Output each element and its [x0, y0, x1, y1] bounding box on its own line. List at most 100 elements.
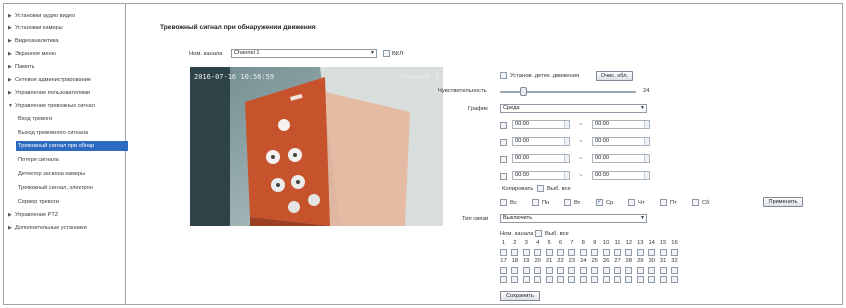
apply-button[interactable]: Применить: [763, 197, 803, 207]
sidebar-item-camera-settings[interactable]: ▶ Установки камеры: [8, 23, 63, 33]
channel-checkbox[interactable]: [545, 276, 553, 283]
channel-checkbox[interactable]: [614, 276, 621, 283]
save-button[interactable]: Сохранить: [500, 291, 540, 301]
time-row-checkbox[interactable]: [500, 122, 507, 129]
spinner-icon[interactable]: [644, 155, 649, 162]
day-checkbox-wed[interactable]: [596, 198, 603, 206]
enable-checkbox[interactable]: [383, 50, 390, 57]
spinner-icon[interactable]: [564, 155, 569, 162]
sidebar-subitem-tamper[interactable]: Детектор засвона камеры: [18, 169, 85, 179]
channel-checkbox[interactable]: [625, 249, 633, 256]
channel-checkbox[interactable]: [500, 249, 507, 256]
day-checkbox-mon[interactable]: [532, 199, 539, 206]
channel-checkbox[interactable]: [648, 276, 656, 283]
sidebar-subitem-exception[interactable]: Тревожный сигнал, электрон: [18, 183, 93, 193]
sidebar-subitem-alarm-out[interactable]: Выход тревожного сигнала: [18, 128, 88, 138]
channel-checkbox[interactable]: [625, 276, 633, 283]
channel-checkbox[interactable]: [568, 276, 576, 283]
sidebar-subitem-alarm-in[interactable]: Вход тревоги: [18, 114, 52, 124]
channel-checkbox[interactable]: [557, 267, 564, 274]
time-row-checkbox[interactable]: [500, 139, 507, 146]
sidebar-item-users[interactable]: ▶ Управление пользователями: [8, 88, 90, 98]
spinner-icon[interactable]: [564, 172, 569, 179]
channel-checkbox[interactable]: [568, 267, 576, 274]
channel-checkbox[interactable]: [534, 267, 542, 274]
channel-checkbox[interactable]: [659, 267, 667, 274]
channel-checkbox[interactable]: [659, 249, 667, 256]
sidebar-item-av-settings[interactable]: ▶ Установки аудио видео: [8, 11, 75, 21]
sidebar-subitem-motion-alarm[interactable]: Тревожный сигнал при обнар: [16, 141, 128, 151]
channel-checkbox[interactable]: [591, 249, 599, 256]
spinner-icon[interactable]: [644, 121, 649, 128]
sensitivity-slider-thumb[interactable]: [520, 87, 527, 96]
spinner-icon[interactable]: [564, 138, 569, 145]
channel-checkbox[interactable]: [591, 267, 599, 274]
channel-checkbox[interactable]: [614, 249, 621, 256]
time-from-input[interactable]: 00:00: [512, 120, 570, 129]
day-checkbox-sun[interactable]: [500, 199, 507, 206]
time-from-input[interactable]: 00:00: [512, 171, 570, 180]
sidebar-item-storage[interactable]: ▶ Память: [8, 62, 34, 72]
copy-select-all-checkbox[interactable]: [537, 185, 544, 192]
channel-checkbox[interactable]: [557, 249, 564, 256]
day-checkbox-fri[interactable]: [660, 199, 667, 206]
sidebar-subitem-alarm-server[interactable]: Сервер тревоги: [18, 197, 59, 207]
channel-checkbox[interactable]: [500, 276, 507, 283]
channel-checkbox[interactable]: [557, 276, 564, 283]
sidebar-item-ptz[interactable]: ▶ Управление PTZ: [8, 210, 58, 220]
channel-checkbox[interactable]: [579, 276, 587, 283]
channel-checkbox[interactable]: [671, 267, 678, 274]
channel-checkbox[interactable]: [636, 276, 644, 283]
day-checkbox-thu[interactable]: [628, 199, 635, 206]
day-checkbox-tue[interactable]: [564, 199, 571, 206]
channel-checkbox[interactable]: [648, 267, 656, 274]
link-type-select[interactable]: Выключить ▼: [500, 214, 647, 223]
time-row-checkbox[interactable]: [500, 156, 507, 163]
sidebar-item-advanced[interactable]: ▶ Дополнительные установки: [8, 223, 87, 233]
channel-checkbox[interactable]: [614, 267, 621, 274]
video-preview[interactable]: 2016-07-16 10:56:59 Channel 1: [190, 67, 443, 226]
channel-checkbox[interactable]: [522, 276, 530, 283]
channel-checkbox[interactable]: [545, 267, 553, 274]
channel-checkbox[interactable]: [602, 276, 610, 283]
spinner-icon[interactable]: [644, 138, 649, 145]
time-to-input[interactable]: 00:00: [592, 137, 650, 146]
time-to-input[interactable]: 00:00: [592, 120, 650, 129]
sidebar-item-osd[interactable]: ▶ Экранное меню: [8, 49, 56, 59]
channel-checkbox[interactable]: [579, 249, 587, 256]
channel-checkbox[interactable]: [511, 276, 519, 283]
time-row-checkbox[interactable]: [500, 173, 507, 180]
sidebar-item-video-analytics[interactable]: ▶ Видеоаналитика: [8, 36, 58, 46]
channel-checkbox[interactable]: [602, 249, 610, 256]
channel-checkbox[interactable]: [500, 267, 507, 274]
channel-checkbox[interactable]: [522, 267, 530, 274]
channel-select[interactable]: Channel 1 ▼: [231, 49, 377, 58]
channel-checkbox[interactable]: [625, 267, 633, 274]
time-to-input[interactable]: 00:00: [592, 171, 650, 180]
channel-checkbox[interactable]: [671, 276, 678, 283]
channel-checkbox[interactable]: [636, 249, 644, 256]
sidebar-subitem-video-loss[interactable]: Потеря сигнала: [18, 155, 59, 165]
channel-checkbox[interactable]: [591, 276, 599, 283]
channel-select-all-checkbox[interactable]: [535, 230, 542, 237]
sidebar-item-network[interactable]: ▶ Сетевое администрирование: [8, 75, 91, 85]
clear-area-button[interactable]: Очис. обл.: [596, 71, 633, 81]
channel-checkbox[interactable]: [602, 267, 610, 274]
motion-detect-checkbox[interactable]: [500, 72, 507, 79]
time-from-input[interactable]: 00:00: [512, 154, 570, 163]
channel-checkbox[interactable]: [636, 267, 644, 274]
time-to-input[interactable]: 00:00: [592, 154, 650, 163]
channel-checkbox[interactable]: [648, 249, 656, 256]
channel-checkbox[interactable]: [534, 276, 542, 283]
time-from-input[interactable]: 00:00: [512, 137, 570, 146]
channel-checkbox[interactable]: [671, 249, 678, 256]
day-checkbox-sat[interactable]: [692, 199, 699, 206]
channel-checkbox[interactable]: [522, 249, 530, 256]
channel-checkbox[interactable]: [545, 249, 553, 256]
channel-checkbox[interactable]: [511, 267, 519, 274]
sidebar-item-alarms[interactable]: ▼ Управление тревожных сигнал: [8, 101, 95, 111]
channel-checkbox[interactable]: [579, 267, 587, 274]
spinner-icon[interactable]: [644, 172, 649, 179]
channel-checkbox[interactable]: [511, 249, 519, 256]
channel-checkbox[interactable]: [659, 276, 667, 283]
